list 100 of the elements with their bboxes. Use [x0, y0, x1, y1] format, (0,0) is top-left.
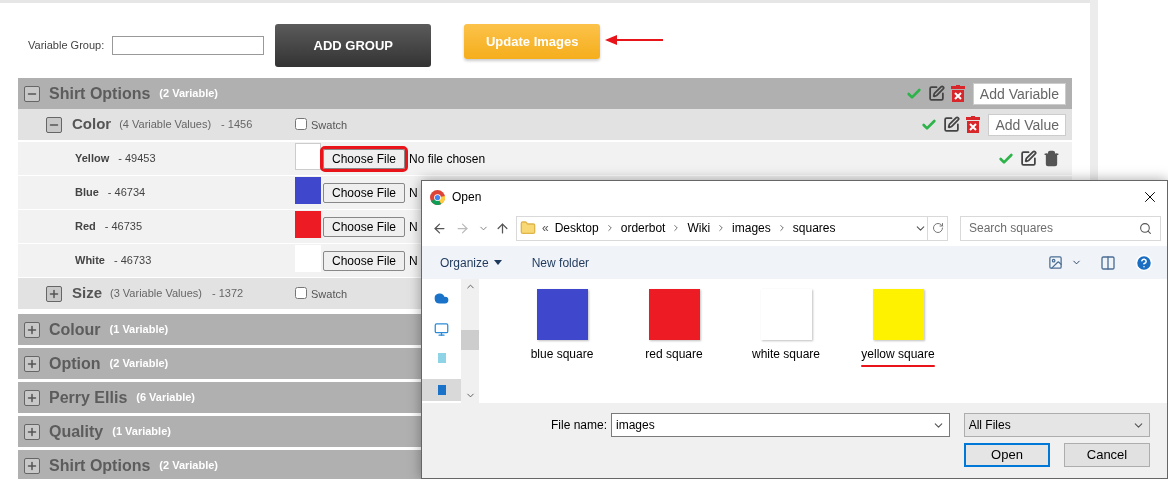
refresh-icon [931, 222, 944, 234]
file-name: yellow square [861, 346, 935, 363]
plus-icon [26, 357, 38, 370]
add-group-button[interactable]: ADD GROUP [275, 24, 432, 67]
value-id: - 46733 [113, 253, 152, 269]
address-bar[interactable]: « Desktop orderbot Wiki images squares [516, 215, 928, 241]
selected-item-icon[interactable] [422, 379, 461, 401]
group-count: (2 Variable) [159, 86, 219, 102]
preview-pane-icon[interactable] [1100, 254, 1116, 271]
variable-count: (3 Variable Values) [110, 286, 202, 302]
empty-swatch [295, 143, 321, 170]
help-icon[interactable] [1135, 253, 1153, 272]
scroll-bar[interactable] [461, 279, 479, 403]
path-segment[interactable]: squares [792, 219, 836, 237]
file-item[interactable]: white square [730, 289, 842, 403]
plus-icon [26, 391, 38, 404]
group-name: Colour [49, 319, 101, 340]
value-name: Blue [75, 185, 99, 201]
search-icon [1139, 221, 1152, 235]
choose-file-button[interactable]: Choose File [323, 216, 406, 237]
choose-file-button[interactable]: Choose File [323, 182, 406, 203]
file-item[interactable]: yellow square [842, 289, 954, 403]
variable-name: Size [72, 283, 102, 304]
value-id: - 46735 [104, 219, 143, 235]
value-name: Yellow [75, 151, 110, 167]
trash-icon[interactable] [1043, 150, 1060, 167]
swatch-checkbox[interactable] [295, 117, 307, 130]
arrow-annotation [605, 35, 665, 45]
view-icon[interactable] [1048, 255, 1063, 270]
group-name: Shirt Options [49, 455, 151, 476]
variable-group-field[interactable] [112, 36, 265, 55]
group-count: (6 Variable) [136, 390, 195, 406]
delete-icon[interactable] [950, 85, 965, 102]
variable-id: - 1372 [211, 286, 244, 302]
delete-icon[interactable] [966, 116, 981, 133]
file-name-label: File name: [551, 417, 608, 434]
cancel-button[interactable]: Cancel [1064, 443, 1150, 467]
edit-icon[interactable] [1020, 150, 1037, 167]
file-type-value: All Files [968, 417, 1011, 434]
file-status: No file chosen [409, 150, 486, 168]
path-prefix: « [542, 220, 549, 237]
edit-icon[interactable] [943, 116, 961, 133]
choose-file-button[interactable]: Choose File [323, 148, 406, 169]
file-type-select[interactable]: All Files [963, 413, 1150, 437]
search-field[interactable]: Search squares [960, 215, 1161, 241]
new-folder-button[interactable]: New folder [531, 253, 590, 272]
file-item[interactable]: red square [618, 289, 730, 403]
plus-icon [48, 287, 60, 300]
organize-menu[interactable]: Organize [440, 253, 502, 272]
swatch-checkbox[interactable] [295, 286, 307, 299]
file-name-field[interactable]: images [611, 413, 950, 437]
group-name: Option [49, 353, 101, 374]
add-button[interactable]: Add Value [988, 113, 1066, 136]
expand-toggle[interactable] [24, 321, 40, 338]
file-item[interactable]: blue square [506, 289, 618, 403]
path-segment[interactable]: Desktop [554, 219, 599, 237]
path-segment[interactable]: orderbot [620, 219, 666, 237]
expand-toggle[interactable] [24, 389, 40, 406]
file-name: white square [751, 346, 820, 363]
group-count: (1 Variable) [109, 322, 169, 338]
file-status: N [409, 184, 418, 202]
plus-icon [26, 459, 38, 472]
path-segment[interactable]: images [732, 219, 771, 237]
refresh-button[interactable] [928, 215, 948, 241]
group-name: Perry Ellis [49, 387, 128, 408]
swatch-label: Swatch [311, 118, 348, 134]
group-name: Quality [49, 421, 104, 442]
file-status: N [409, 218, 418, 236]
expand-toggle[interactable] [24, 457, 40, 474]
plus-icon [26, 323, 38, 336]
group-count: (2 Variable) [159, 458, 219, 474]
group-name: Shirt Options [49, 83, 151, 104]
expand-toggle[interactable] [24, 423, 40, 440]
value-name: Red [75, 219, 96, 235]
search-placeholder: Search squares [969, 220, 1054, 237]
add-button[interactable]: Add Variable [972, 82, 1066, 105]
choose-file-button[interactable]: Choose File [323, 250, 406, 271]
collapse-toggle[interactable] [24, 85, 40, 102]
variable-group-label: Variable Group: [28, 38, 105, 53]
plus-icon [26, 425, 38, 438]
collapse-toggle[interactable] [46, 116, 62, 133]
caret-icon [493, 260, 502, 265]
cloud-icon[interactable] [434, 291, 449, 306]
back-icon[interactable] [432, 220, 447, 236]
computer-icon[interactable] [434, 322, 449, 337]
up-icon[interactable] [495, 220, 510, 236]
dialog-title: Open [452, 189, 482, 206]
folder-icon [520, 220, 536, 236]
path-segment[interactable]: Wiki [687, 219, 711, 237]
edit-icon[interactable] [927, 85, 945, 102]
file-name: red square [645, 346, 703, 363]
value-name: White [75, 253, 105, 269]
group-count: (1 Variable) [112, 424, 171, 440]
value-id: - 49453 [118, 151, 156, 167]
variable-name: Color [72, 114, 112, 135]
open-button[interactable]: Open [964, 443, 1050, 467]
expand-toggle[interactable] [46, 285, 62, 302]
browser-logo-icon [430, 189, 445, 205]
file-name-value: images [616, 417, 655, 434]
expand-toggle[interactable] [24, 355, 40, 372]
